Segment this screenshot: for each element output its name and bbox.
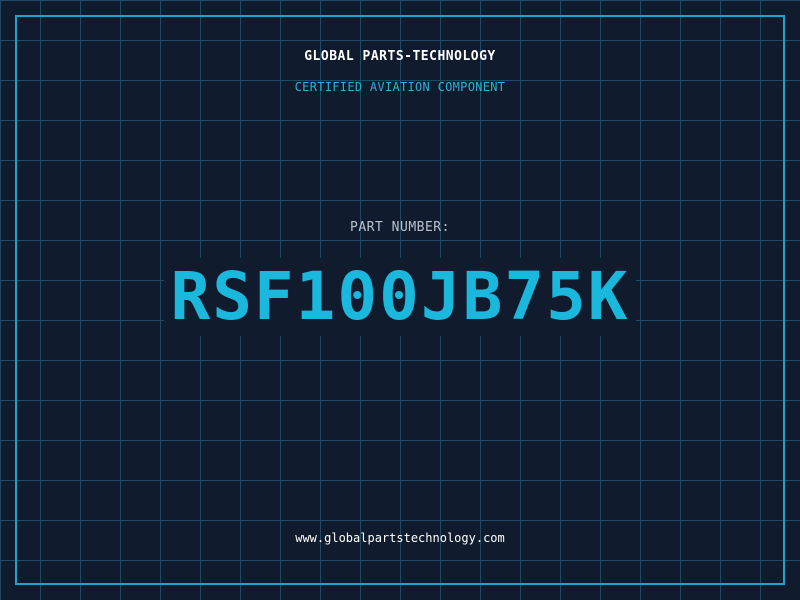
part-number-container: RSF100JB75K	[0, 258, 800, 336]
website-url: www.globalpartstechnology.com	[295, 531, 505, 545]
certification-tagline: CERTIFIED AVIATION COMPONENT	[294, 80, 506, 94]
part-number-label: PART NUMBER:	[350, 220, 450, 235]
company-name: GLOBAL PARTS-TECHNOLOGY	[304, 49, 496, 64]
part-number-value: RSF100JB75K	[164, 258, 636, 336]
